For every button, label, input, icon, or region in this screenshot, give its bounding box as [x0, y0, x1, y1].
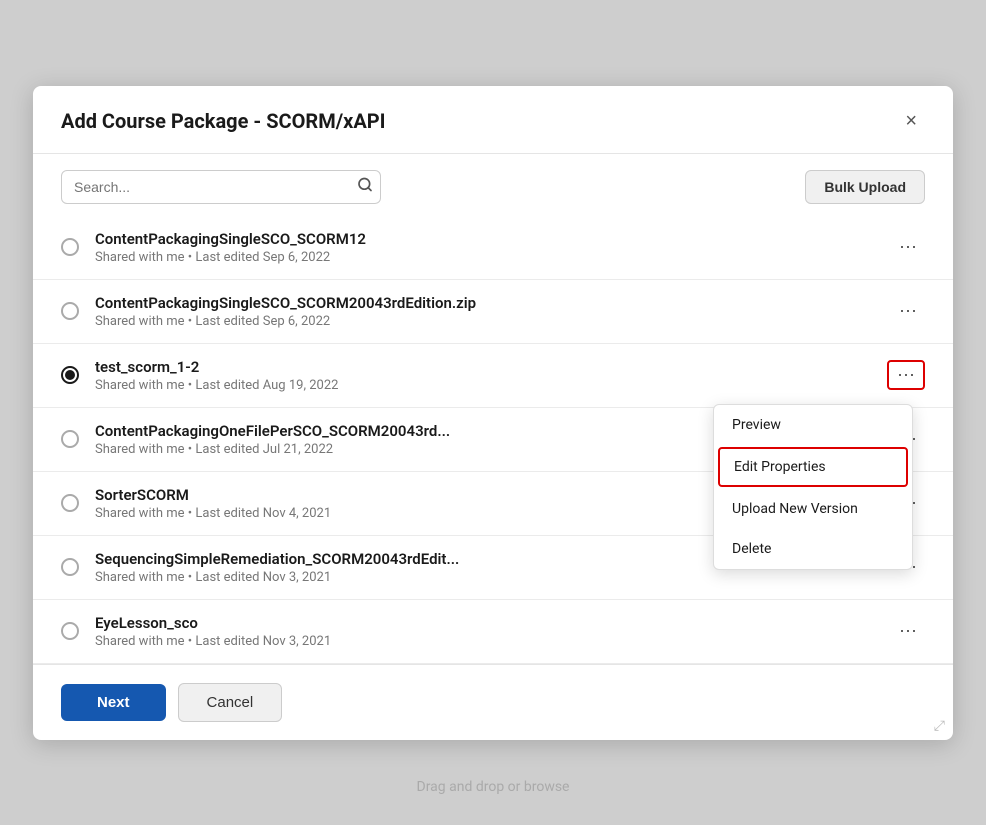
- item-meta: Shared with me • Last edited Nov 3, 2021: [95, 634, 883, 649]
- list-item[interactable]: ContentPackagingSingleSCO_SCORM20043rdEd…: [33, 280, 953, 344]
- context-menu-item[interactable]: Upload New Version: [714, 489, 912, 529]
- modal-dialog: Add Course Package - SCORM/xAPI × Bulk U…: [33, 86, 953, 740]
- item-name: ContentPackagingSingleSCO_SCORM12: [95, 230, 883, 248]
- search-icon-button[interactable]: [357, 176, 373, 197]
- radio-button[interactable]: [61, 558, 79, 576]
- item-name: test_scorm_1-2: [95, 358, 879, 376]
- item-meta: Shared with me • Last edited Sep 6, 2022: [95, 314, 883, 329]
- bulk-upload-button[interactable]: Bulk Upload: [805, 170, 925, 204]
- close-button[interactable]: ×: [897, 106, 925, 137]
- list-area: ContentPackagingSingleSCO_SCORM12 Shared …: [33, 216, 953, 664]
- modal-header: Add Course Package - SCORM/xAPI ×: [33, 86, 953, 154]
- context-menu-item[interactable]: Preview: [714, 405, 912, 445]
- modal-toolbar: Bulk Upload: [33, 154, 953, 216]
- search-input[interactable]: [61, 170, 381, 204]
- more-options-button[interactable]: ⋯: [891, 298, 925, 324]
- item-content: ContentPackagingSingleSCO_SCORM20043rdEd…: [95, 294, 883, 329]
- bg-hint: Drag and drop or browse: [417, 779, 570, 795]
- more-options-button[interactable]: ⋯: [891, 234, 925, 260]
- radio-button[interactable]: [61, 366, 79, 384]
- item-content: ContentPackagingSingleSCO_SCORM12 Shared …: [95, 230, 883, 265]
- modal-footer: Next Cancel: [33, 664, 953, 740]
- backdrop: Add Course Package - SCORM/xAPI × Bulk U…: [0, 0, 986, 825]
- radio-button[interactable]: [61, 238, 79, 256]
- modal-title: Add Course Package - SCORM/xAPI: [61, 109, 386, 133]
- item-content: test_scorm_1-2 Shared with me • Last edit…: [95, 358, 879, 393]
- radio-button[interactable]: [61, 494, 79, 512]
- list-item[interactable]: EyeLesson_sco Shared with me • Last edite…: [33, 600, 953, 664]
- context-menu: PreviewEdit PropertiesUpload New Version…: [713, 404, 913, 570]
- context-menu-item[interactable]: Delete: [714, 529, 912, 569]
- more-options-button[interactable]: ⋯: [891, 618, 925, 644]
- item-name: ContentPackagingSingleSCO_SCORM20043rdEd…: [95, 294, 883, 312]
- item-meta: Shared with me • Last edited Sep 6, 2022: [95, 250, 883, 265]
- list-item[interactable]: ContentPackagingSingleSCO_SCORM12 Shared …: [33, 216, 953, 280]
- search-wrapper: [61, 170, 381, 204]
- cancel-button[interactable]: Cancel: [178, 683, 283, 722]
- radio-button[interactable]: [61, 302, 79, 320]
- list-item[interactable]: test_scorm_1-2 Shared with me • Last edit…: [33, 344, 953, 408]
- item-meta: Shared with me • Last edited Nov 3, 2021: [95, 570, 883, 585]
- radio-button[interactable]: [61, 430, 79, 448]
- context-menu-item[interactable]: Edit Properties: [718, 447, 908, 487]
- next-button[interactable]: Next: [61, 684, 166, 721]
- radio-button[interactable]: [61, 622, 79, 640]
- more-options-button[interactable]: ⋯: [887, 360, 925, 390]
- item-name: EyeLesson_sco: [95, 614, 883, 632]
- item-meta: Shared with me • Last edited Aug 19, 202…: [95, 378, 879, 393]
- item-content: EyeLesson_sco Shared with me • Last edite…: [95, 614, 883, 649]
- resize-handle: ⤢: [934, 718, 945, 734]
